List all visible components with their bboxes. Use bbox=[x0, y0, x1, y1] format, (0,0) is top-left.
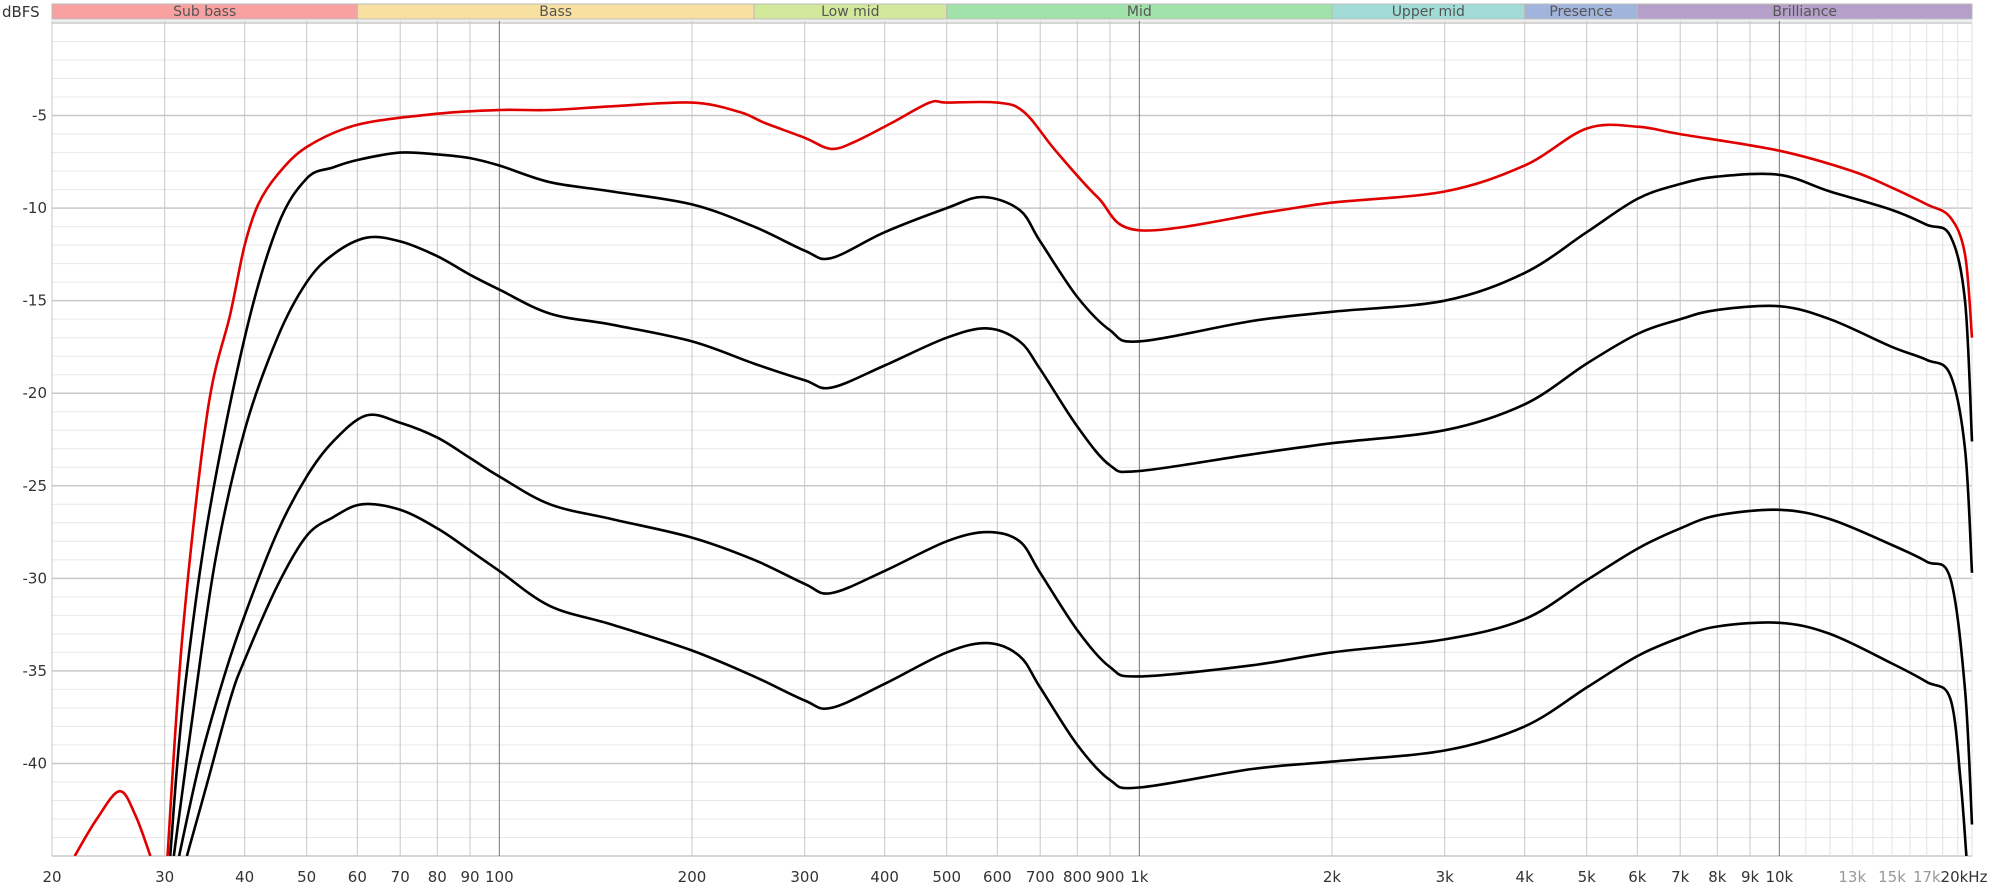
x-tick-label: 300 bbox=[790, 868, 819, 886]
x-tick-label: 20 bbox=[42, 868, 61, 886]
y-tick-label: -25 bbox=[23, 477, 48, 495]
x-tick-label: 5k bbox=[1578, 868, 1597, 886]
x-tick-label: 80 bbox=[428, 868, 447, 886]
x-tick-label: 800 bbox=[1063, 868, 1092, 886]
x-tick-label: 500 bbox=[932, 868, 961, 886]
y-tick-label: -35 bbox=[23, 662, 48, 680]
y-tick-label: -10 bbox=[23, 199, 48, 217]
x-tick-label: 60 bbox=[348, 868, 367, 886]
y-axis-label: dBFS bbox=[2, 3, 40, 21]
x-tick-label: 7k bbox=[1671, 868, 1690, 886]
x-tick-label: 13k bbox=[1838, 868, 1866, 886]
series-line-black-4 bbox=[185, 502, 1968, 856]
x-tick-label: 4k bbox=[1516, 868, 1535, 886]
x-tick-label: 15k bbox=[1878, 868, 1906, 886]
plot-frame bbox=[51, 20, 1973, 857]
x-tick-label: 200 bbox=[678, 868, 707, 886]
y-tick-label: -15 bbox=[23, 292, 48, 310]
x-tick-label: 40 bbox=[235, 868, 254, 886]
y-ticks: -5 -10 -15 -20 -25 -30 -35 -40 bbox=[23, 107, 48, 773]
x-tick-label: 3k bbox=[1436, 868, 1455, 886]
x-tick-label: 900 bbox=[1096, 868, 1125, 886]
band-label: Low mid bbox=[821, 4, 879, 20]
x-tick-label: 8k bbox=[1708, 868, 1727, 886]
band-label: Presence bbox=[1549, 4, 1612, 20]
grid bbox=[51, 20, 1973, 857]
x-tick-label: 50 bbox=[297, 868, 316, 886]
x-tick-label: 10k bbox=[1765, 868, 1793, 886]
series-line-black-3 bbox=[177, 413, 1974, 856]
band-label: Upper mid bbox=[1392, 4, 1465, 20]
band-label: Brilliance bbox=[1772, 4, 1837, 20]
x-ticks: 20 30 40 50 60 70 80 90 100 200 300 400 500 600 700 800… bbox=[42, 868, 1987, 886]
x-tick-label: 20kHz bbox=[1941, 868, 1988, 886]
frequency-bands: Sub bass Bass Low mid Mid Upper mid Presence B… bbox=[51, 3, 1973, 20]
x-tick-label: 700 bbox=[1026, 868, 1055, 886]
x-tick-label: 100 bbox=[485, 868, 514, 886]
curves bbox=[73, 99, 1974, 856]
y-tick-label: -30 bbox=[23, 569, 48, 587]
x-tick-label: 400 bbox=[870, 868, 899, 886]
y-tick-label: -40 bbox=[23, 754, 48, 772]
band-label: Sub bass bbox=[173, 4, 236, 20]
x-tick-label: 2k bbox=[1323, 868, 1342, 886]
x-tick-label: 600 bbox=[983, 868, 1012, 886]
x-tick-label: 17k bbox=[1913, 868, 1941, 886]
x-tick-label: 1k bbox=[1130, 868, 1149, 886]
y-tick-label: -5 bbox=[32, 107, 47, 125]
x-tick-label: 70 bbox=[391, 868, 410, 886]
band-label: Mid bbox=[1127, 4, 1152, 20]
series-line-red bbox=[166, 99, 1974, 856]
x-tick-label: 6k bbox=[1628, 868, 1647, 886]
x-tick-label: 90 bbox=[461, 868, 480, 886]
band-label: Bass bbox=[539, 4, 572, 20]
x-tick-label: 9k bbox=[1741, 868, 1760, 886]
y-tick-label: -20 bbox=[23, 384, 48, 402]
x-tick-label: 30 bbox=[155, 868, 174, 886]
frequency-response-chart: Sub bass Bass Low mid Mid Upper mid Presence B… bbox=[2, 3, 1988, 886]
